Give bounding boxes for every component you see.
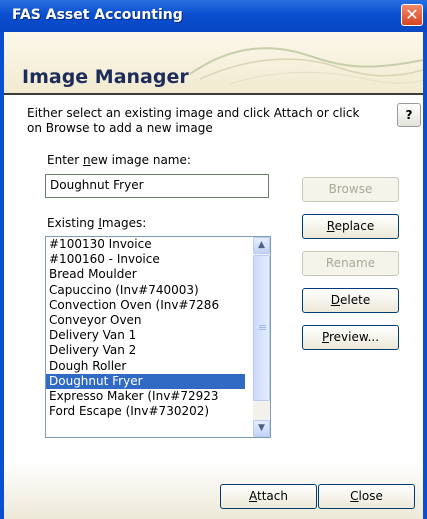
page-title: Image Manager: [22, 66, 189, 88]
list-item[interactable]: Delivery Van 1: [46, 328, 245, 343]
list-item[interactable]: #100130 Invoice: [46, 237, 245, 252]
help-button[interactable]: ?: [397, 103, 421, 127]
close-button[interactable]: Close: [318, 484, 415, 509]
replace-button[interactable]: Replace: [302, 214, 399, 239]
close-icon: ✕: [405, 5, 419, 24]
existing-images-label: Existing Images:: [47, 216, 147, 230]
scroll-grip: [259, 329, 266, 330]
delete-button[interactable]: Delete: [302, 288, 399, 313]
list-item[interactable]: Expresso Maker (Inv#72923: [46, 389, 245, 404]
browse-button-label: Browse: [328, 182, 373, 196]
list-item[interactable]: Convection Oven (Inv#7286: [46, 298, 245, 313]
window-frame-right: [423, 32, 427, 519]
rename-button[interactable]: Rename: [302, 251, 399, 276]
image-name-label: Enter new image name:: [47, 153, 191, 167]
list-item[interactable]: #100160 - Invoice: [46, 252, 245, 267]
rename-button-label: Rename: [325, 256, 376, 270]
scroll-grip: [259, 325, 266, 326]
window-title: FAS Asset Accounting: [12, 7, 183, 23]
browse-button[interactable]: Browse: [302, 177, 399, 202]
scroll-thumb[interactable]: [253, 255, 270, 401]
attach-button[interactable]: Attach: [220, 484, 317, 509]
chevron-down-icon: ▼: [258, 423, 265, 433]
title-bar[interactable]: FAS Asset Accounting ✕: [0, 0, 427, 32]
replace-button-label: Replace: [326, 219, 375, 233]
list-item[interactable]: Conveyor Oven: [46, 313, 245, 328]
preview-button[interactable]: Preview...: [302, 325, 399, 350]
list-item[interactable]: Capuccino (Inv#740003): [46, 283, 245, 298]
chevron-up-icon: ▲: [258, 240, 265, 250]
existing-images-list[interactable]: #100130 Invoice #100160 - Invoice Bread Mo…: [45, 236, 271, 438]
instructions-text: Either select an existing image and clic…: [27, 106, 360, 135]
attach-button-label: Attach: [249, 489, 288, 503]
close-window-button[interactable]: ✕: [401, 4, 423, 26]
list-item[interactable]: Doughnut Fryer: [46, 373, 245, 389]
scroll-up-button[interactable]: ▲: [253, 237, 270, 254]
list-item[interactable]: Ford Escape (Inv#730202): [46, 404, 245, 419]
list-item[interactable]: Bread Moulder: [46, 267, 245, 282]
decorative-swoosh: [190, 47, 423, 85]
list-item[interactable]: Dough Roller: [46, 359, 245, 374]
preview-button-label: Preview...: [321, 330, 380, 344]
help-icon: ?: [405, 108, 413, 122]
scroll-grip: [259, 327, 266, 328]
scroll-down-button[interactable]: ▼: [253, 420, 270, 437]
list-item[interactable]: Delivery Van 2: [46, 343, 245, 358]
close-button-label: Close: [350, 489, 383, 503]
delete-button-label: Delete: [330, 293, 371, 307]
header-divider: [4, 93, 423, 95]
image-name-input[interactable]: Doughnut Fryer: [45, 174, 269, 198]
list-scrollbar[interactable]: ▲ ▼: [253, 237, 270, 437]
